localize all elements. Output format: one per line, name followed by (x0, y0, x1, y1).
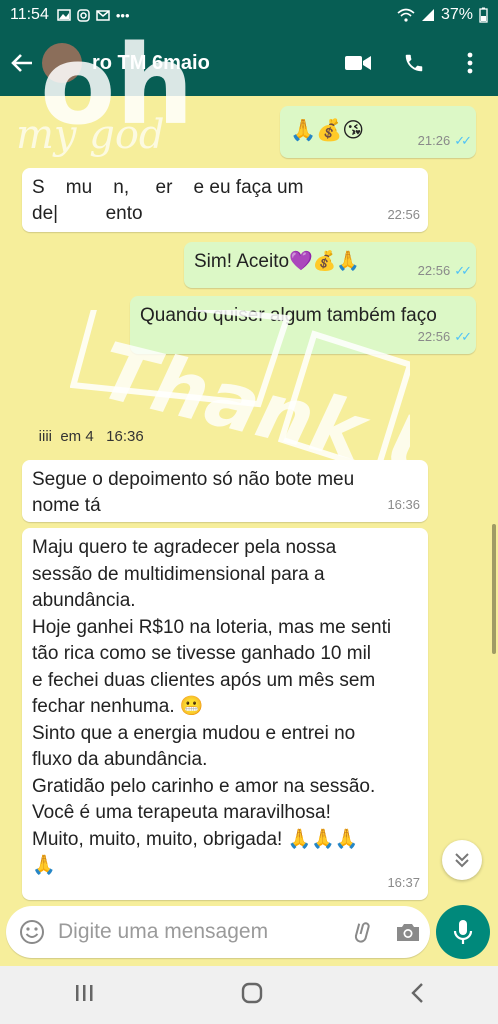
chevron-left-icon (411, 982, 424, 1003)
back-button[interactable] (2, 30, 42, 96)
recent-apps-icon (75, 984, 93, 1001)
voice-record-button[interactable] (436, 905, 490, 959)
wifi-icon (397, 8, 415, 22)
signal-icon (421, 9, 434, 21)
double-chevron-down-icon (455, 853, 469, 868)
message-meta: 22:56 ✓✓ (417, 258, 472, 284)
message-incoming[interactable]: Segue o depoimento só não bote meu nome … (22, 460, 428, 522)
camera-button[interactable] (386, 921, 430, 943)
system-navigation-bar (0, 966, 498, 1024)
message-text: Segue o depoimento só não bote meu nome … (32, 469, 355, 516)
message-input[interactable] (58, 920, 342, 944)
voice-call-button[interactable] (386, 30, 442, 96)
battery-percent: 37% (440, 6, 473, 23)
message-meta: 22:56 ✓✓ (417, 324, 472, 350)
system-back-button[interactable] (410, 982, 424, 1009)
attach-button[interactable] (342, 920, 386, 944)
scroll-to-bottom-button[interactable] (442, 840, 482, 880)
message-meta: 22:56 (387, 202, 420, 228)
video-call-button[interactable] (330, 30, 386, 96)
chat-header: ro TM 6maio (0, 30, 498, 96)
message-meta: 21:26 ✓✓ (417, 128, 472, 154)
camera-icon (397, 924, 419, 941)
mail-icon (96, 10, 110, 21)
smiley-icon (20, 920, 44, 944)
message-incoming[interactable]: Maju quero te agradecer pela nossa sessã… (22, 528, 428, 900)
avatar[interactable] (42, 43, 82, 83)
message-meta: 16:37 (387, 870, 420, 897)
message-incoming[interactable]: S mu n, er e eu faça um de| ento 22:56 (22, 168, 428, 232)
chat-area[interactable]: 🙏💰😘 21:26 ✓✓ S mu n, er e eu faça um de|… (0, 96, 498, 902)
scrollbar[interactable] (492, 524, 496, 654)
read-receipt-icon: ✓✓ (454, 133, 472, 148)
message-outgoing[interactable]: 🙏💰😘 21:26 ✓✓ (280, 106, 476, 158)
message-outgoing[interactable]: Quando quiser algum também faço 22:56 ✓✓ (130, 296, 476, 354)
message-time: 16:37 (387, 874, 420, 890)
more-notifications-icon: ••• (115, 7, 130, 23)
video-camera-icon (345, 56, 371, 70)
message-outgoing[interactable]: Sim! Aceito💜💰🙏 22:56 ✓✓ (184, 242, 476, 288)
home-button[interactable] (241, 982, 263, 1009)
arrow-left-icon (11, 54, 32, 72)
notification-icons: ••• (57, 8, 130, 23)
emoji-button[interactable] (6, 919, 58, 945)
paperclip-icon (354, 922, 370, 943)
message-text: Maju quero te agradecer pela nossa sessã… (32, 537, 392, 876)
message-text: S mu n, er e eu faça um de| ento (32, 177, 304, 224)
microphone-icon (453, 920, 473, 944)
message-time: 22:56 (387, 207, 420, 222)
status-bar: 11:54 ••• 37% (0, 0, 498, 30)
read-receipt-icon: ✓✓ (454, 329, 472, 344)
message-time: 22:56 (417, 329, 451, 344)
message-time: 21:26 (417, 133, 451, 148)
message-time: 16:36 (387, 497, 420, 512)
message-meta: 16:36 (387, 492, 420, 518)
gallery-icon (57, 9, 71, 21)
read-receipt-icon: ✓✓ (454, 263, 472, 278)
message-composer (6, 906, 430, 958)
chat-title[interactable]: ro TM 6maio (92, 52, 330, 75)
recent-apps-button[interactable] (74, 984, 94, 1007)
battery-icon (479, 7, 488, 23)
instagram-icon (77, 8, 90, 22)
message-time: 22:56 (417, 263, 451, 278)
menu-button[interactable] (442, 30, 498, 96)
home-icon (241, 982, 263, 1003)
phone-icon (405, 54, 423, 72)
partial-label: iiii em 4 16:36 (22, 428, 144, 445)
more-vertical-icon (467, 52, 473, 74)
status-time: 11:54 (10, 6, 49, 23)
